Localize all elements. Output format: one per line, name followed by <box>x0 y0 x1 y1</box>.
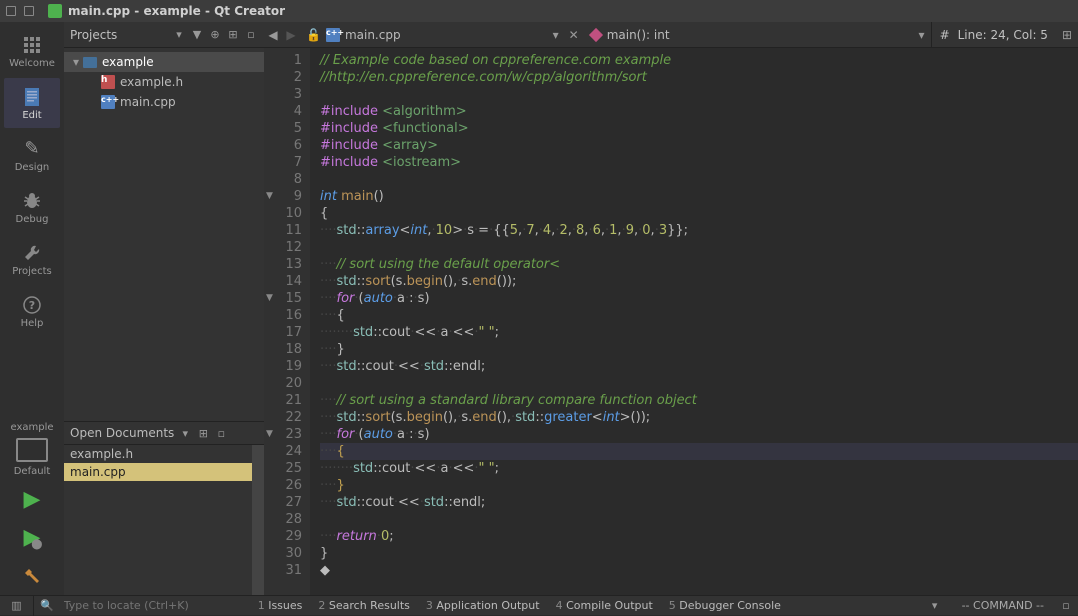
symbol-selector[interactable]: main(): int <box>583 28 913 42</box>
vim-mode-label: -- COMMAND -- <box>952 599 1054 612</box>
tree-file[interactable]: c++ main.cpp <box>64 92 264 112</box>
file-tab[interactable]: 🔓 c++ main.cpp <box>300 22 407 48</box>
mode-rail: Welcome Edit ✎ Design Debug Projects <box>0 22 64 595</box>
mode-help[interactable]: ? Help <box>4 286 60 336</box>
output-tab[interactable]: 1 Issues <box>258 599 303 612</box>
tree-file-label: main.cpp <box>120 95 176 109</box>
locator[interactable]: 🔍 <box>34 599 238 612</box>
symbol-label: main(): int <box>607 28 670 42</box>
mode-edit-label: Edit <box>22 110 41 121</box>
mode-projects[interactable]: Projects <box>4 234 60 284</box>
window-titlebar: main.cpp - example - Qt Creator <box>0 0 1078 22</box>
kit-selector[interactable]: Default <box>4 435 60 479</box>
scrollbar[interactable] <box>252 445 264 595</box>
line-col-status[interactable]: # Line: 24, Col: 5 <box>931 22 1056 48</box>
output-tab[interactable]: 3 Application Output <box>426 599 540 612</box>
file-tab-label: main.cpp <box>345 28 401 42</box>
run-debug-button[interactable]: ▶⬤ <box>4 519 60 555</box>
mode-debug-label: Debug <box>16 214 49 225</box>
close-tab-button[interactable]: ✕ <box>565 28 583 42</box>
play-icon: ▶ <box>24 487 41 512</box>
play-bug-icon: ▶⬤ <box>24 525 41 550</box>
project-tree: ▾ example h example.h c++ main.cpp <box>64 48 264 421</box>
file-dropdown[interactable]: ▾ <box>547 28 565 42</box>
document-icon <box>21 86 43 108</box>
cpp-file-icon: c++ <box>100 95 116 109</box>
line-gutter[interactable]: 123456789▼101112131415▼1617181920212223▼… <box>264 48 310 595</box>
kit-project-label: example <box>10 422 53 433</box>
window-title: main.cpp - example - Qt Creator <box>68 4 285 18</box>
grid-icon <box>21 34 43 56</box>
pencil-icon: ✎ <box>21 138 43 160</box>
open-documents-header: Open Documents ▾ ⊞ ▫ <box>64 421 264 445</box>
output-tab[interactable]: 5 Debugger Console <box>669 599 781 612</box>
link-icon[interactable]: ⊕ <box>208 28 222 42</box>
build-button[interactable] <box>4 557 60 593</box>
nav-fwd-button[interactable]: ▶ <box>282 28 300 42</box>
function-icon <box>589 27 603 41</box>
chevron-down-icon[interactable]: ▾ <box>70 55 82 69</box>
tree-file-label: example.h <box>120 75 183 89</box>
side-panel: Projects ▾ ▼ ⊕ ⊞ ▫ ▾ example h example.h… <box>64 22 264 595</box>
close-panel-icon[interactable]: ▫ <box>214 426 228 440</box>
code-area[interactable]: // Example code based on cppreference.co… <box>310 48 1078 595</box>
search-icon: 🔍 <box>40 599 54 612</box>
output-chevron[interactable]: ▾ <box>918 596 952 616</box>
help-icon: ? <box>21 294 43 316</box>
split-icon[interactable]: ⊞ <box>196 426 210 440</box>
bug-icon <box>21 190 43 212</box>
filter-icon[interactable]: ▼ <box>190 28 204 42</box>
locator-input[interactable] <box>58 599 238 612</box>
mode-help-label: Help <box>21 318 44 329</box>
svg-text:?: ? <box>29 299 35 312</box>
split-editor-button[interactable]: ⊞ <box>1056 28 1078 42</box>
symbol-dropdown[interactable]: ▾ <box>913 28 931 42</box>
editor: ◀ ▶ 🔓 c++ main.cpp ▾ ✕ main(): int ▾ # L… <box>264 22 1078 595</box>
mode-debug[interactable]: Debug <box>4 182 60 232</box>
close-panel-icon[interactable]: ▫ <box>244 28 258 42</box>
mode-design[interactable]: ✎ Design <box>4 130 60 180</box>
open-doc-item[interactable]: main.cpp <box>64 463 252 481</box>
window-maximize-icon[interactable] <box>24 6 34 16</box>
split-icon[interactable]: ⊞ <box>226 28 240 42</box>
tree-root[interactable]: ▾ example <box>64 52 264 72</box>
open-doc-item[interactable]: example.h <box>64 445 252 463</box>
mode-edit[interactable]: Edit <box>4 78 60 128</box>
folder-icon <box>82 55 98 69</box>
toggle-sidebar-button[interactable]: ▥ <box>0 596 34 616</box>
projects-header-label[interactable]: Projects <box>70 28 168 42</box>
toggle-right-button[interactable]: ▫ <box>1054 599 1078 612</box>
tree-root-label: example <box>102 55 154 69</box>
tree-file[interactable]: h example.h <box>64 72 264 92</box>
chevron-down-icon[interactable]: ▾ <box>178 426 192 440</box>
wrench-icon <box>21 242 43 264</box>
run-button[interactable]: ▶ <box>4 481 60 517</box>
code-editor[interactable]: 123456789▼101112131415▼1617181920212223▼… <box>264 48 1078 595</box>
kit-default-label: Default <box>14 466 51 477</box>
editor-toolbar: ◀ ▶ 🔓 c++ main.cpp ▾ ✕ main(): int ▾ # L… <box>264 22 1078 48</box>
window-minimize-icon[interactable] <box>6 6 16 16</box>
chevron-down-icon[interactable]: ▾ <box>172 28 186 42</box>
mode-projects-label: Projects <box>12 266 51 277</box>
open-documents-label[interactable]: Open Documents <box>70 426 174 440</box>
qt-logo-icon <box>48 4 62 18</box>
mode-design-label: Design <box>15 162 50 173</box>
hammer-icon <box>22 565 42 585</box>
output-tab[interactable]: 4 Compile Output <box>556 599 653 612</box>
bottom-bar: ▥ 🔍 1 Issues 2 Search Results 3 Applicatio… <box>0 595 1078 615</box>
open-documents-list: example.h main.cpp <box>64 445 264 595</box>
projects-header: Projects ▾ ▼ ⊕ ⊞ ▫ <box>64 22 264 48</box>
monitor-icon <box>16 438 48 462</box>
mode-welcome-label: Welcome <box>9 58 55 69</box>
lock-icon: 🔓 <box>306 28 321 42</box>
output-tabs: 1 Issues 2 Search Results 3 Application Ou… <box>238 599 918 612</box>
cpp-file-icon: c++ <box>325 28 341 42</box>
nav-back-button[interactable]: ◀ <box>264 28 282 42</box>
mode-welcome[interactable]: Welcome <box>4 26 60 76</box>
output-tab[interactable]: 2 Search Results <box>318 599 410 612</box>
h-file-icon: h <box>100 75 116 89</box>
